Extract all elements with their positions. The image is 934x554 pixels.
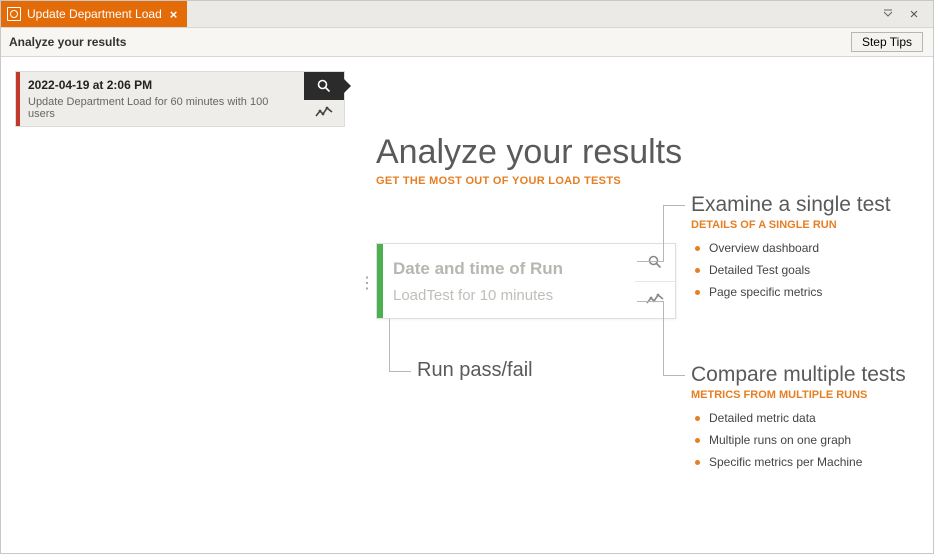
window: Update Department Load × × Analyze your … xyxy=(0,0,934,554)
examine-heading: Examine a single test xyxy=(691,193,891,217)
run-detail-button[interactable] xyxy=(304,72,344,100)
connector-line xyxy=(389,371,411,372)
titlebar-controls: × xyxy=(877,1,933,27)
subheader: Analyze your results Step Tips xyxy=(1,27,933,57)
connector-line xyxy=(663,301,664,375)
trend-icon xyxy=(315,106,333,120)
main-area: 2022-04-19 at 2:06 PM Update Department … xyxy=(1,57,933,553)
compare-subtitle: METRICS FROM MULTIPLE RUNS xyxy=(691,389,867,401)
list-item: Detailed metric data xyxy=(695,411,862,425)
run-graph-button[interactable] xyxy=(304,100,344,126)
run-text: 2022-04-19 at 2:06 PM Update Department … xyxy=(20,72,304,126)
titlebar: Update Department Load × × xyxy=(1,1,933,27)
compare-heading: Compare multiple tests xyxy=(691,363,906,387)
example-run-card: Date and time of Run LoadTest for 10 min… xyxy=(376,243,676,319)
list-item: Overview dashboard xyxy=(695,241,822,255)
document-tab[interactable]: Update Department Load × xyxy=(1,1,187,27)
example-actions xyxy=(635,244,675,318)
search-icon xyxy=(647,254,663,270)
page-subtitle: GET THE MOST OUT OF YOUR LOAD TESTS xyxy=(376,175,621,187)
compare-list: Detailed metric data Multiple runs on on… xyxy=(695,411,862,477)
window-close-icon[interactable]: × xyxy=(903,4,925,24)
connector-line xyxy=(389,319,390,372)
tab-title: Update Department Load xyxy=(27,7,162,21)
list-item: Page specific metrics xyxy=(695,285,822,299)
connector-line xyxy=(637,301,651,302)
connector-line xyxy=(663,205,664,261)
examine-list: Overview dashboard Detailed Test goals P… xyxy=(695,241,822,307)
connector-line xyxy=(651,261,664,262)
list-item: Detailed Test goals xyxy=(695,263,822,277)
run-description: Update Department Load for 60 minutes wi… xyxy=(28,96,296,120)
list-item: Multiple runs on one graph xyxy=(695,433,862,447)
example-text: Date and time of Run LoadTest for 10 min… xyxy=(383,244,635,318)
tab-close-icon[interactable]: × xyxy=(168,7,180,22)
search-icon xyxy=(316,78,332,94)
connector-line xyxy=(663,375,685,376)
document-icon xyxy=(7,7,21,21)
examine-subtitle: DETAILS OF A SINGLE RUN xyxy=(691,219,837,231)
step-tips-button[interactable]: Step Tips xyxy=(851,32,923,52)
run-card[interactable]: 2022-04-19 at 2:06 PM Update Department … xyxy=(15,71,345,127)
trend-icon xyxy=(646,293,664,307)
example-desc-placeholder: LoadTest for 10 minutes xyxy=(393,287,625,304)
run-date: 2022-04-19 at 2:06 PM xyxy=(28,78,296,92)
list-item: Specific metrics per Machine xyxy=(695,455,862,469)
run-passfail-label: Run pass/fail xyxy=(417,359,533,382)
connector-line xyxy=(663,205,685,206)
run-actions xyxy=(304,72,344,126)
example-date-placeholder: Date and time of Run xyxy=(393,259,625,279)
page-title: Analyze your results xyxy=(376,133,682,172)
window-options-icon[interactable] xyxy=(877,4,899,24)
example-detail-button xyxy=(635,244,675,281)
subheader-title: Analyze your results xyxy=(9,35,126,49)
connector-line xyxy=(637,261,651,262)
example-graph-button xyxy=(635,281,675,319)
